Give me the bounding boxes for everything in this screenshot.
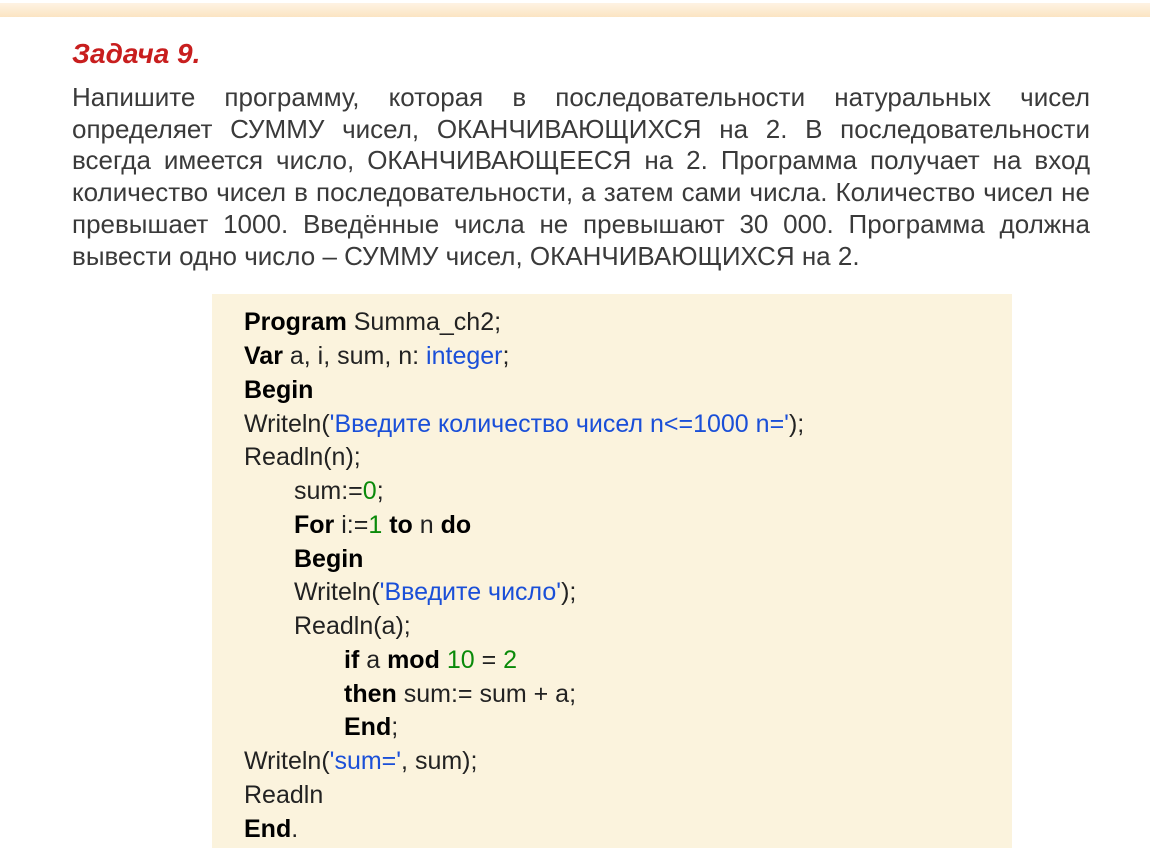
- code-text: =: [475, 646, 504, 674]
- task-title: Задача 9.: [72, 38, 1090, 70]
- code-text: ;: [503, 342, 510, 370]
- code-text: sum:=: [294, 477, 363, 505]
- code-text: Writeln(: [244, 410, 330, 438]
- code-text: a: [359, 646, 387, 674]
- code-indent: if a mod 10 = 2: [244, 644, 517, 678]
- string-literal: 'Введите число': [380, 578, 561, 606]
- code-line: Begin: [244, 374, 994, 408]
- code-line: Begin: [244, 543, 994, 577]
- code-text: sum:= sum + a;: [397, 680, 576, 708]
- string-literal: 'Введите количество чисел n<=1000 n=': [330, 410, 789, 438]
- keyword-do: do: [441, 511, 472, 539]
- code-line: Writeln('Введите количество чисел n<=100…: [244, 408, 994, 442]
- keyword-end: End: [244, 815, 291, 843]
- code-text: ;: [377, 477, 384, 505]
- code-indent: then sum:= sum + a;: [244, 678, 576, 712]
- code-indent: sum:=0;: [244, 475, 384, 509]
- code-text: Summa_ch2;: [347, 308, 501, 336]
- keyword-for: For: [294, 511, 334, 539]
- code-line: End;: [244, 711, 994, 745]
- code-indent: Writeln('Введите число');: [244, 576, 576, 610]
- problem-text: Напишите программу, которая в последоват…: [72, 82, 1090, 272]
- number-literal: 0: [363, 477, 377, 505]
- code-line: Var a, i, sum, n: integer;: [244, 340, 994, 374]
- code-text: );: [789, 410, 804, 438]
- keyword-mod: mod: [387, 646, 440, 674]
- code-line: Writeln('Введите число');: [244, 576, 994, 610]
- code-text: Writeln(: [294, 578, 380, 606]
- code-indent: Begin: [244, 543, 363, 577]
- code-block: Program Summa_ch2; Var a, i, sum, n: int…: [212, 294, 1012, 848]
- code-line: For i:=1 to n do: [244, 509, 994, 543]
- number-literal: 1: [368, 511, 382, 539]
- code-line: Program Summa_ch2;: [244, 306, 994, 340]
- keyword-begin: Begin: [294, 545, 363, 573]
- code-text: , sum);: [401, 747, 477, 775]
- code-text: .: [291, 815, 298, 843]
- code-line: Readln: [244, 779, 994, 813]
- code-text: Readln: [244, 781, 323, 809]
- number-literal: 10: [447, 646, 475, 674]
- code-text: );: [561, 578, 576, 606]
- code-text: Readln(n);: [244, 443, 361, 471]
- code-line: End.: [244, 813, 994, 847]
- keyword-begin: Begin: [244, 376, 313, 404]
- code-indent: Readln(a);: [244, 610, 411, 644]
- code-text: i:=: [334, 511, 368, 539]
- code-indent: End;: [244, 711, 398, 745]
- keyword-end: End: [344, 713, 391, 741]
- string-literal: 'sum=': [330, 747, 401, 775]
- code-line: Readln(a);: [244, 610, 994, 644]
- code-line: sum:=0;: [244, 475, 994, 509]
- code-line: then sum:= sum + a;: [244, 678, 994, 712]
- code-text: a, i, sum, n:: [283, 342, 426, 370]
- slide: Задача 9. Напишите программу, которая в …: [0, 0, 1150, 864]
- keyword-if: if: [344, 646, 359, 674]
- decorative-stripe: [0, 0, 1150, 20]
- code-line: if a mod 10 = 2: [244, 644, 994, 678]
- code-line: Writeln('sum=', sum);: [244, 745, 994, 779]
- code-text: ;: [391, 713, 398, 741]
- code-text: n: [413, 511, 441, 539]
- keyword-program: Program: [244, 308, 347, 336]
- code-text: Writeln(: [244, 747, 330, 775]
- keyword-var: Var: [244, 342, 283, 370]
- code-text: Readln(a);: [294, 612, 411, 640]
- code-line: Readln(n);: [244, 441, 994, 475]
- code-text: [440, 646, 447, 674]
- slide-content: Задача 9. Напишите программу, которая в …: [0, 20, 1150, 848]
- type-integer: integer: [426, 342, 502, 370]
- code-indent: For i:=1 to n do: [244, 509, 471, 543]
- keyword-then: then: [344, 680, 397, 708]
- keyword-to: to: [389, 511, 413, 539]
- number-literal: 2: [503, 646, 517, 674]
